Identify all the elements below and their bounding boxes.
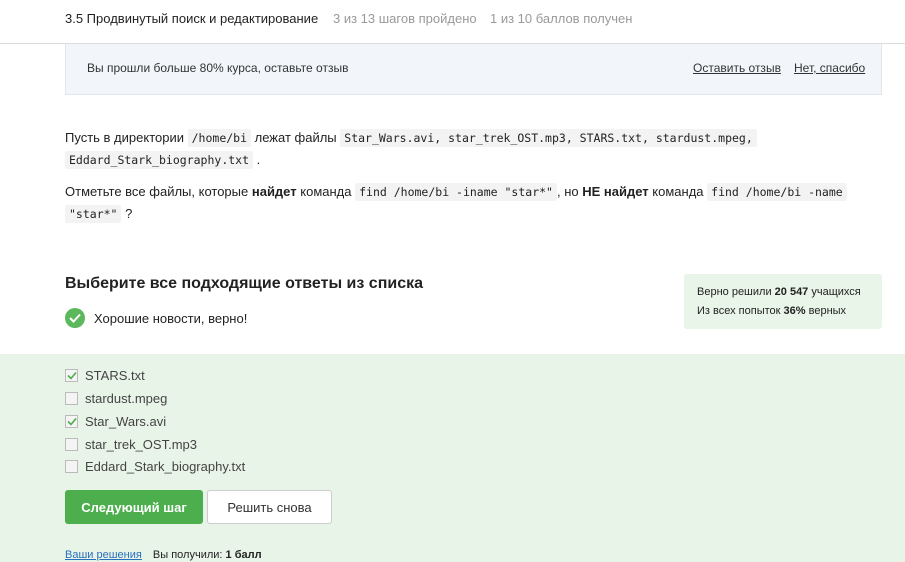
score-value: 1 балл [225, 549, 262, 561]
option-item[interactable]: Eddard_Stark_biography.txt [65, 459, 245, 474]
bold-text: НЕ найдет [582, 184, 649, 199]
option-label: STARS.txt [85, 368, 145, 383]
text: Отметьте все файлы, которые [65, 184, 249, 199]
answers-panel: STARS.txt stardust.mpeg Star_Wars.avi st… [0, 354, 905, 562]
text: . [256, 152, 261, 167]
stats-box: Верно решили 20 547 учащихся Из всех поп… [684, 274, 882, 329]
solved-stat: Верно решили 20 547 учащихся [697, 286, 861, 298]
code-files: Star_Wars.avi, star_trek_OST.mp3, STARS.… [340, 129, 757, 147]
feedback-banner: Вы прошли больше 80% курса, оставьте отз… [65, 44, 882, 95]
text: верных [808, 305, 847, 317]
option-label: Eddard_Stark_biography.txt [85, 459, 246, 474]
code-command-2: find /home/bi -name [707, 183, 847, 201]
code-command-1: find /home/bi -iname "star*" [355, 183, 557, 201]
leave-review-link[interactable]: Оставить отзыв [693, 61, 781, 75]
option-label: Star_Wars.avi [85, 414, 167, 429]
attempts-stat: Из всех попыток 36% верных [697, 305, 846, 317]
code-directory: /home/bi [187, 129, 252, 147]
option-item[interactable]: STARS.txt [65, 368, 145, 383]
bold-text: найдет [251, 184, 297, 199]
code-files: Eddard_Stark_biography.txt [65, 151, 254, 169]
no-thanks-link[interactable]: Нет, спасибо [794, 61, 865, 75]
answer-section-title: Выберите все подходящие ответы из списка [65, 275, 423, 292]
text: ? [125, 206, 133, 221]
checkmark-icon [66, 417, 77, 426]
text: , но [556, 184, 579, 199]
steps-progress: 3 из 13 шагов пройдено [333, 11, 477, 26]
checkbox[interactable] [65, 415, 78, 428]
question-paragraph-1: Пусть в директории /home/bi лежат файлы … [65, 127, 855, 171]
feedback-message: Вы прошли больше 80% курса, оставьте отз… [87, 61, 349, 75]
text: лежат файлы [254, 130, 337, 145]
good-news-text: Хорошие новости, верно! [94, 310, 248, 326]
points-progress: 1 из 10 баллов получен [490, 11, 633, 26]
option-item[interactable]: Star_Wars.avi [65, 414, 166, 429]
option-label: stardust.mpeg [85, 391, 168, 406]
text: Пусть в директории [65, 130, 184, 145]
next-step-button[interactable]: Следующий шаг [65, 490, 203, 524]
checkbox[interactable] [65, 460, 78, 473]
check-circle-icon [65, 308, 85, 328]
footer: Ваши решения Вы получили: 1 балл [65, 549, 262, 561]
text: Верно решили [697, 286, 772, 298]
question-paragraph-2: Отметьте все файлы, которые найдет коман… [65, 181, 855, 225]
text: команда [652, 184, 704, 199]
score-label: Вы получили: [152, 549, 223, 561]
text: учащихся [811, 286, 861, 298]
text: Из всех попыток [697, 305, 781, 317]
code-command-2: "star*" [65, 205, 122, 223]
lesson-title[interactable]: 3.5 Продвинутый поиск и редактирование [65, 11, 318, 26]
option-label: star_trek_OST.mp3 [85, 437, 197, 452]
checkbox[interactable] [65, 438, 78, 451]
checkbox[interactable] [65, 369, 78, 382]
result-message: Хорошие новости, верно! [65, 308, 247, 328]
solved-count: 20 547 [774, 286, 809, 298]
your-solutions-link[interactable]: Ваши решения [65, 549, 142, 561]
top-bar: 3.5 Продвинутый поиск и редактирование 3… [0, 0, 905, 44]
checkbox[interactable] [65, 392, 78, 405]
option-item[interactable]: stardust.mpeg [65, 391, 167, 406]
attempts-percent: 36% [783, 305, 806, 317]
retry-button[interactable]: Решить снова [207, 490, 332, 524]
checkmark-icon [66, 371, 77, 380]
text: команда [300, 184, 352, 199]
option-item[interactable]: star_trek_OST.mp3 [65, 437, 197, 452]
